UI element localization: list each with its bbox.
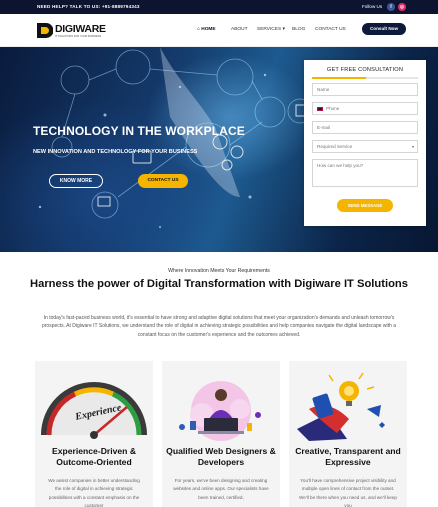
card-text: For years, we've been designing and crea… [173,478,269,500]
facebook-icon[interactable]: f [387,3,395,11]
form-title-underline [312,77,418,79]
card-text: We assist companies in better understand… [48,478,140,507]
nav-services-label: SERVICES [257,27,282,32]
form-title: GET FREE CONSULTATION [326,67,404,73]
hero-subtitle: NEW INNOVATION AND TECHNOLOGY FOR YOUR B… [33,149,198,155]
web-designer-illustration [179,381,261,441]
message-textarea[interactable]: How can we help you? [312,159,418,187]
nav-contact[interactable]: CONTACT US [315,27,346,32]
phone-placeholder: Phone [326,106,340,111]
nav-home-label: HOME [201,27,216,32]
logo[interactable]: DIGIWARE IT SOLUTIONS FOR YOUR BUSINESS [36,22,106,42]
name-field[interactable]: Name [312,83,418,96]
chevron-down-icon: ▾ [281,27,285,32]
service-placeholder: Required Service [317,144,353,149]
logo-mark-icon [37,23,53,38]
know-more-button[interactable]: KNOW MORE [49,174,103,188]
section-eyebrow: Where Innovation Meets Your Requirements [168,268,270,274]
follow-us-label: Follow Us [362,4,383,9]
help-phone[interactable]: NEED HELP? TALK TO US: +91-8889794343 [37,4,140,9]
hero-title: TECHNOLOGY IN THE WORKPLACE [33,124,245,138]
hero-contact-button[interactable]: CONTACT US [138,174,188,188]
section-headline: Harness the power of Digital Transformat… [30,278,408,290]
feature-card: Creative, Transparent and Expressive You… [289,361,407,507]
brand-name: DIGIWARE [55,23,106,35]
card-title: Qualified Web Designers & Developers [166,446,276,467]
nav-about[interactable]: ABOUT [231,27,248,32]
nav-home[interactable]: ⌂ HOME [197,27,216,32]
service-select[interactable]: Required Service ▾ [312,140,418,153]
main-nav: DIGIWARE IT SOLUTIONS FOR YOUR BUSINESS … [0,14,438,47]
email-field[interactable]: E-mail [312,121,418,134]
nav-blog[interactable]: BLOG [292,27,305,32]
flag-icon[interactable] [317,106,323,111]
phone-field[interactable]: Phone [312,102,418,115]
experience-gauge-illustration: Experience [41,382,147,439]
instagram-icon[interactable]: ◎ [398,3,406,11]
card-title: Creative, Transparent and Expressive [295,446,401,467]
chevron-down-icon: ▾ [411,144,414,149]
top-bar: NEED HELP? TALK TO US: +91-8889794343 Fo… [0,0,438,14]
feature-card: Qualified Web Designers & Developers For… [162,361,280,507]
creative-illustration [297,372,385,441]
card-text: You'll have comprehensive project visibi… [299,478,397,507]
feature-card: Experience Experience-Driven & Outcome-O… [35,361,153,507]
send-message-button[interactable]: SEND MESSAGE [337,199,393,212]
consult-now-button[interactable]: Consult Now [362,23,406,35]
nav-services[interactable]: SERVICES ▾ [257,27,285,32]
card-title: Experience-Driven & Outcome-Oriented [51,446,137,467]
section-intro-text: In today's fast-paced business world, it… [41,315,396,338]
brand-tagline: IT SOLUTIONS FOR YOUR BUSINESS [55,35,102,38]
consultation-form: GET FREE CONSULTATION Name Phone E-mail … [304,60,426,226]
